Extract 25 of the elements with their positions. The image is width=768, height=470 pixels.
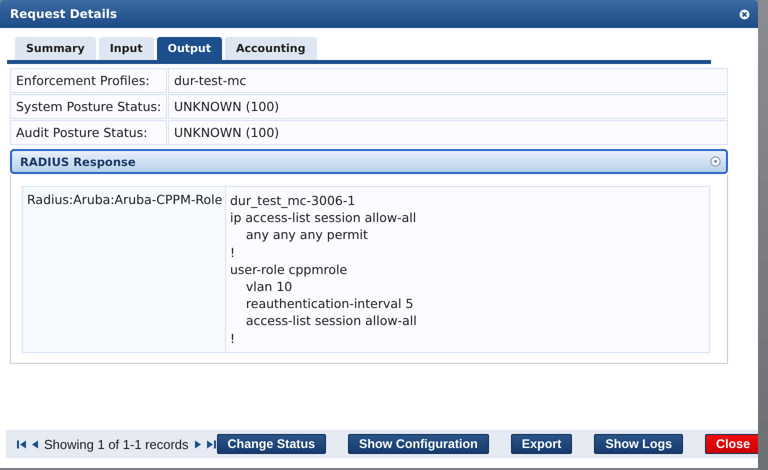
field-value: UNKNOWN (100) (168, 120, 728, 145)
field-label: Enforcement Profiles: (10, 68, 167, 93)
first-page-icon[interactable] (16, 438, 27, 450)
tab[interactable]: Accounting (225, 37, 317, 60)
chevron-icon[interactable] (710, 156, 721, 167)
window-title: Request Details (10, 7, 118, 21)
attribute-name: Radius:Aruba:Aruba-CPPM-Role (23, 187, 226, 352)
previous-icon[interactable] (30, 438, 41, 450)
pager-text: Showing 1 of 1-1 records (44, 436, 189, 452)
action-button[interactable]: Change Status (216, 434, 326, 454)
attribute-value: dur_test_mc-3006-1 ip access-list session allow-all any any any permit ! user-role cppmrole vlan 10 reauthentication-interval 5 access-list session allow-all ! (226, 187, 709, 352)
action-button[interactable]: Show Logs (594, 434, 684, 454)
tab[interactable]: Summary (15, 37, 96, 60)
field-value: dur-test-mc (168, 68, 728, 93)
tab[interactable]: Input (98, 37, 154, 60)
section-title: RADIUS Response (20, 154, 136, 168)
tab[interactable]: Output (156, 37, 222, 60)
field-value: UNKNOWN (100) (168, 94, 728, 119)
field-label: Audit Posture Status: (10, 120, 167, 145)
action-button[interactable]: Export (510, 434, 572, 454)
close-icon[interactable] (739, 8, 750, 20)
field-label: System Posture Status: (10, 94, 167, 119)
last-page-icon[interactable] (206, 438, 217, 450)
action-button[interactable]: Show Configuration (348, 434, 489, 454)
section-header[interactable]: RADIUS Response (10, 149, 728, 174)
